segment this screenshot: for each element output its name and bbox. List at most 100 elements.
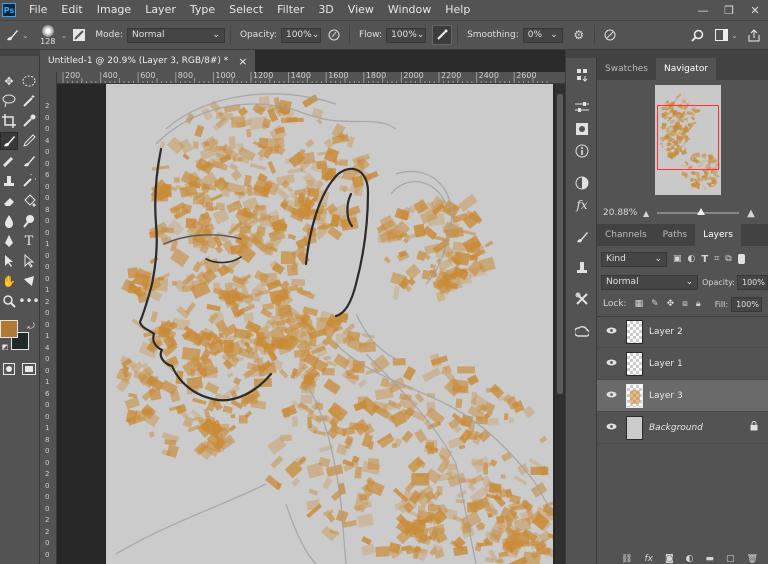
dodge-icon[interactable] (20, 212, 38, 230)
flow-field[interactable]: 100% ⌄ (386, 27, 427, 43)
link-layers-icon[interactable]: ⛓ (621, 554, 632, 564)
mask-icon[interactable]: ◙ (665, 554, 674, 564)
tab-layers[interactable]: Layers (695, 224, 741, 246)
quick-mask-icon[interactable] (0, 360, 18, 378)
workspace-icon[interactable] (711, 25, 731, 45)
panel-collapse-bar[interactable] (597, 50, 768, 58)
adjustment-layer-icon[interactable]: ◐ (686, 554, 694, 564)
libraries-icon[interactable] (572, 120, 592, 138)
tab-navigator[interactable]: Navigator (656, 58, 717, 80)
filter-shape-icon[interactable]: ⌗ (714, 254, 719, 264)
color-icon[interactable] (572, 174, 592, 192)
more-tools-icon[interactable]: ••• (18, 292, 39, 310)
layer-name[interactable]: Layer 2 (649, 327, 683, 337)
menu-select[interactable]: Select (222, 0, 270, 20)
zoom-icon[interactable] (0, 292, 18, 310)
lock-all-icon[interactable]: 🔒︎ (696, 299, 701, 309)
trash-icon[interactable]: 🗑︎ (747, 554, 758, 564)
lock-pixels-icon[interactable]: ✎ (651, 299, 659, 309)
layer-name[interactable]: Layer 1 (649, 359, 683, 369)
layer-opacity-field[interactable]: 100% (737, 274, 768, 290)
menu-filter[interactable]: Filter (270, 0, 311, 20)
group-icon[interactable]: ▬ (706, 554, 715, 564)
zoom-slider-handle[interactable] (697, 208, 706, 215)
adjustments-icon[interactable] (572, 98, 592, 116)
swap-colors-icon[interactable]: ⤾ (22, 318, 40, 336)
layer-row-layer-1[interactable]: Layer 1 (597, 348, 768, 380)
menu-edit[interactable]: Edit (54, 0, 89, 20)
menu-layer[interactable]: Layer (138, 0, 183, 20)
eye-icon[interactable] (601, 390, 621, 401)
tab-channels[interactable]: Channels (597, 224, 655, 246)
scrollbar-thumb[interactable] (557, 94, 563, 394)
layer-row-background[interactable]: Background (597, 412, 768, 444)
mode-dropdown[interactable]: Normal ⌄ (126, 27, 225, 43)
navigator-view-rectangle[interactable] (657, 105, 719, 170)
brush-settings-icon[interactable] (572, 228, 592, 246)
close-icon[interactable]: × (238, 55, 247, 68)
move-tool-icon[interactable]: ✥ (0, 72, 18, 90)
layer-name[interactable]: Background (649, 423, 703, 433)
pen-icon[interactable] (0, 232, 18, 250)
zoom-out-icon[interactable]: ▲ (643, 209, 649, 218)
toolbox-collapse-icon[interactable] (0, 50, 40, 56)
fill-field[interactable]: 100% (731, 296, 763, 312)
blend-mode-dropdown[interactable]: Normal ⌄ (601, 274, 699, 290)
direct-selection-icon[interactable] (20, 252, 38, 270)
type-tool-icon[interactable]: T (20, 232, 38, 250)
default-colors-icon[interactable]: ◩ (0, 342, 10, 352)
layer-row-layer-3[interactable]: Layer 3 (597, 380, 768, 412)
share-icon[interactable] (744, 25, 764, 45)
spot-healing-icon[interactable] (0, 152, 18, 170)
menu-help[interactable]: Help (438, 0, 477, 20)
menu-window[interactable]: Window (381, 0, 438, 20)
opacity-field[interactable]: 100% ⌄ (280, 27, 321, 43)
minimize-button[interactable]: — (690, 0, 716, 20)
creative-cloud-icon[interactable] (572, 322, 592, 340)
smoothing-field[interactable]: 0% ⌄ (522, 27, 563, 43)
menu-3d[interactable]: 3D (311, 0, 340, 20)
lock-artboard-icon[interactable]: ⧈ (682, 299, 688, 309)
clone-source-icon[interactable] (572, 258, 592, 276)
foreground-color-swatch[interactable] (0, 320, 18, 338)
layer-row-layer-2[interactable]: Layer 2 (597, 316, 768, 348)
clone-stamp-icon[interactable] (0, 172, 18, 190)
photoshop-logo[interactable]: Ps (2, 3, 16, 17)
lock-transparency-icon[interactable]: ▦ (635, 299, 644, 309)
brush-tool-icon[interactable] (0, 132, 18, 150)
pencil-icon[interactable] (20, 132, 38, 150)
tool-presets-icon[interactable] (572, 290, 592, 308)
zoom-in-icon[interactable]: ▲ (747, 208, 755, 219)
history-icon[interactable] (572, 66, 592, 84)
gear-icon[interactable]: ⚙ (569, 25, 589, 45)
menu-image[interactable]: Image (90, 0, 138, 20)
eye-icon[interactable] (601, 358, 621, 369)
pressure-opacity-icon[interactable] (324, 25, 344, 45)
close-button[interactable]: ✕ (742, 0, 768, 20)
zoom-value[interactable]: 20.88% (603, 208, 643, 218)
history-brush-icon[interactable] (20, 172, 38, 190)
chevron-down-icon[interactable]: ⌄ (731, 31, 738, 40)
filter-type-icon[interactable]: T (701, 254, 708, 265)
eyedropper-icon[interactable] (20, 112, 38, 130)
search-icon[interactable] (687, 25, 707, 45)
document-canvas[interactable] (106, 84, 555, 564)
vertical-scrollbar[interactable] (555, 84, 565, 564)
collapse-panels-icon[interactable] (566, 50, 598, 58)
lock-position-icon[interactable]: ✥ (667, 299, 675, 309)
restore-button[interactable]: ❐ (716, 0, 742, 20)
new-layer-icon[interactable]: ▢ (726, 554, 735, 564)
path-selection-icon[interactable] (0, 252, 18, 270)
tab-swatches[interactable]: Swatches (597, 58, 656, 80)
filter-smart-object-icon[interactable]: ⧉ (725, 254, 731, 264)
properties-icon[interactable]: fx (572, 196, 592, 214)
brush-preset-picker[interactable]: 128 (35, 21, 61, 49)
lasso-icon[interactable] (0, 92, 18, 110)
pressure-size-icon[interactable] (600, 25, 620, 45)
menu-file[interactable]: File (22, 0, 54, 20)
crop-icon[interactable] (0, 112, 18, 130)
brush-icon[interactable] (2, 25, 22, 45)
brush-settings-panel-icon[interactable] (69, 25, 89, 45)
ellipse-marquee-icon[interactable] (20, 72, 38, 90)
eye-icon[interactable] (601, 326, 621, 337)
